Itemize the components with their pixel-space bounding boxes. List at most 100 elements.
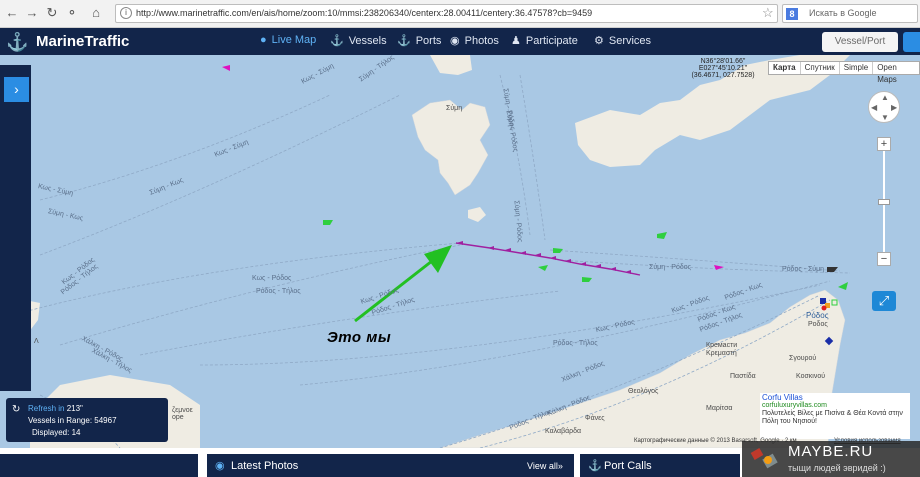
zoom-in-button[interactable]: + [877, 137, 891, 151]
bottom-panel-left [0, 454, 198, 477]
watermark-subtitle: тыщи людей эвридей :) [788, 463, 886, 473]
watermark-title: MAYBE.RU [788, 443, 874, 460]
nav-live-map-label: Live Map [271, 34, 317, 46]
vessel-marker [657, 232, 667, 239]
annotation-text: Это мы [327, 329, 392, 346]
coordinate-readout: N36°28'01.66" E027°45'10.21" (36.4671, 0… [690, 58, 756, 79]
refresh-value: 213" [66, 404, 83, 413]
map-type-satellite[interactable]: Спутник [799, 62, 839, 74]
place-kalavarda: Καλαβάρδα [545, 428, 582, 435]
ad-title[interactable]: Corfu Villas [762, 394, 908, 402]
place-kremasti-ru: Кремасти [706, 342, 738, 349]
nav-photos[interactable]: ◉ Photos [450, 34, 499, 47]
person-icon: ♟ [511, 35, 521, 47]
info-icon[interactable]: i [120, 7, 132, 19]
symi-north [430, 55, 472, 75]
latest-photos-title: Latest Photos [231, 460, 299, 472]
vessels-label: Vessels in Range: [28, 416, 93, 425]
key-icon[interactable]: ⚬ [64, 5, 80, 21]
search-placeholder: Искать в Google [809, 8, 877, 18]
browser-toolbar: ← → ↻ ⚬ ⌂ i http://www.marinetraffic.com… [0, 0, 920, 28]
reload-icon[interactable]: ↻ [44, 5, 60, 21]
star-icon[interactable]: ☆ [762, 5, 774, 21]
left-sidebar: › [0, 65, 31, 391]
symi-island [411, 99, 491, 196]
coord-line-3: (36.4671, 027.7528) [691, 72, 755, 79]
ad-url[interactable]: corfuluxuryvillas.com [762, 402, 908, 410]
map-canvas [0, 55, 851, 448]
nav-services-label: Services [608, 35, 652, 47]
vessel-port-search-button[interactable]: Vessel/Port [822, 32, 898, 52]
pan-down-icon[interactable]: ▼ [881, 113, 889, 122]
route-label: Κως - Ρόδος [252, 275, 292, 282]
place-kremasti: Κρεμαστή [706, 350, 737, 357]
vessel-marker [323, 220, 333, 225]
port-calls-title: Port Calls [604, 460, 652, 472]
pan-right-icon[interactable]: ▶ [891, 103, 897, 112]
place-theologos: Θεολόγος [628, 388, 659, 395]
port-marker [821, 305, 827, 311]
camera-icon: ◉ [215, 460, 225, 472]
refresh-label[interactable]: Refresh in [28, 404, 64, 413]
place-symi: Σύμη [446, 105, 463, 112]
search-go-button[interactable] [903, 32, 920, 52]
zoom-slider-handle[interactable] [878, 199, 890, 205]
vessel-marker [538, 265, 548, 271]
place-rodos-small: Ροδος [808, 321, 828, 328]
pan-control[interactable]: ▲ ▼ ◀ ▶ [868, 91, 900, 123]
nav-photos-label: Photos [464, 35, 499, 47]
map-type-map[interactable]: Карта [769, 62, 800, 74]
route-label: Σύμη - Ρόδος [649, 264, 692, 271]
place-fanes: Φάνες [585, 415, 605, 422]
home-icon[interactable]: ⌂ [88, 5, 104, 21]
nav-participate[interactable]: ♟ Participate [511, 34, 578, 47]
vessel-marker [582, 277, 592, 282]
nav-services[interactable]: ⚙ Services [594, 34, 651, 47]
ad-box[interactable]: Corfu Villas corfuluxuryvillas.com Πολυτ… [760, 393, 910, 439]
zoom-out-button[interactable]: − [877, 252, 891, 266]
satellite-logo-icon [750, 448, 778, 469]
refresh-line: Refresh in 213" [28, 404, 83, 413]
map-type-open-maps[interactable]: Open Maps [872, 62, 919, 84]
app-header: ⚓ MarineTraffic ● Live Map ⚓ Vessels ⚓ Port… [0, 28, 920, 55]
expand-sidebar-button[interactable]: › [4, 77, 29, 102]
place-pastida: Παστίδα [730, 373, 756, 380]
anchor-icon: ⚓ [397, 35, 411, 47]
marinetraffic-logo-icon[interactable]: ⚓ [6, 31, 28, 53]
coord-line-2: E027°45'10.21" [698, 65, 748, 72]
fullscreen-icon[interactable]: ⤢ [872, 291, 896, 311]
nav-ports[interactable]: ⚓ Ports [397, 34, 441, 47]
brand-name[interactable]: MarineTraffic [36, 33, 129, 50]
pan-left-icon[interactable]: ◀ [871, 103, 877, 112]
map-type-simple[interactable]: Simple [838, 62, 872, 74]
small-island [468, 207, 486, 222]
port-calls-panel: ⚓ Port Calls [580, 454, 740, 477]
vessel-marker [222, 65, 230, 71]
nav-participate-label: Participate [525, 35, 578, 47]
forward-icon[interactable]: → [24, 5, 40, 21]
maybe-watermark: MAYBE.RU тыщи людей эвридей :) [742, 441, 920, 477]
refresh-icon[interactable]: ↻ [12, 404, 20, 415]
nav-vessels[interactable]: ⚓ Vessels [330, 34, 387, 47]
place-olympos: ζεμνοε оре [172, 407, 193, 421]
coord-line-1: N36°28'01.66" [700, 58, 746, 65]
search-input[interactable]: 8 Искать в Google [782, 4, 918, 23]
address-bar[interactable]: i http://www.marinetraffic.com/en/ais/ho… [115, 4, 778, 23]
back-icon[interactable]: ← [4, 5, 20, 21]
vessels-value: 54967 [94, 416, 117, 425]
displayed-label: Displayed: [32, 428, 70, 437]
route-label: Ρόδος - Τήλος [256, 288, 301, 295]
vessel-track [455, 242, 641, 276]
nav-live-map[interactable]: ● Live Map [260, 34, 316, 46]
ship-icon: ⚓ [330, 35, 344, 47]
route-label: Ρόδος - Σύμη [782, 266, 825, 273]
pan-up-icon[interactable]: ▲ [881, 93, 889, 102]
route-label: Ρόδος - Τήλος [553, 340, 598, 347]
ad-text: Πολυτελείς Βίλες με Πισίνα & Θέα Κοντά σ… [762, 410, 903, 425]
google-icon: 8 [786, 8, 798, 20]
anchor-icon: ⚓ [588, 460, 602, 472]
view-all-link[interactable]: View all» [527, 461, 563, 471]
globe-icon: ● [260, 34, 267, 46]
live-map[interactable]: Κως - Σύμη Σύμη - Τήλος Κως - Σύμη Σύμη … [0, 55, 920, 448]
vessels-line: Vessels in Range: 54967 [28, 416, 117, 425]
